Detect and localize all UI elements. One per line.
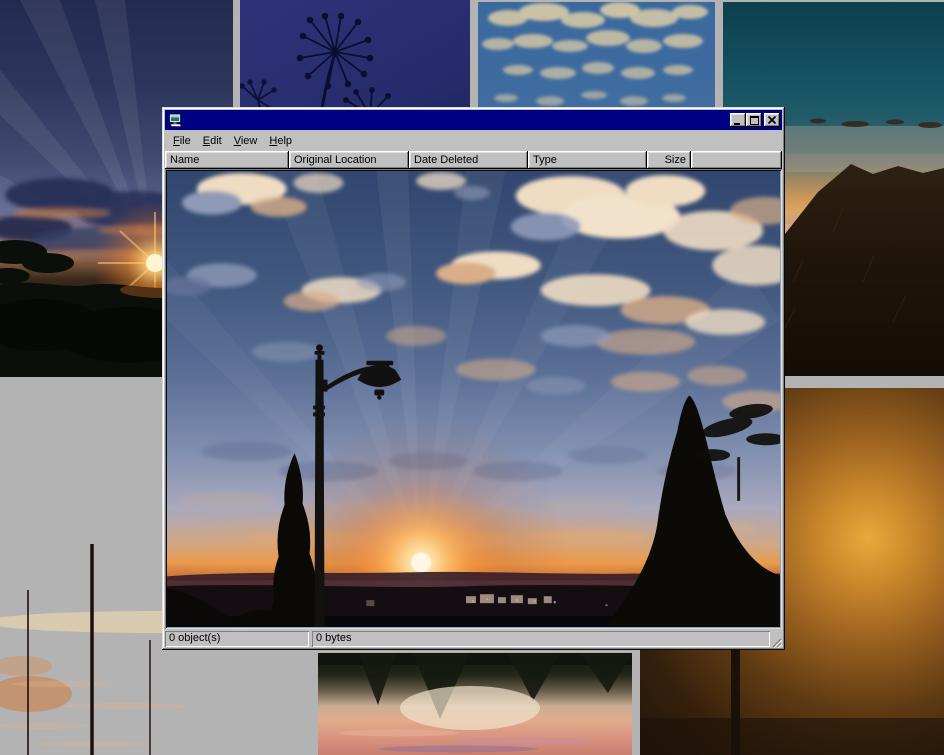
minimize-icon [734, 116, 742, 125]
column-header-original-location[interactable]: Original Location [289, 151, 409, 169]
close-button[interactable] [764, 113, 780, 127]
status-objects: 0 object(s) [165, 631, 309, 647]
column-header-blank[interactable] [691, 151, 782, 169]
recycle-bin-window: File Edit View Help Name Original Locati… [162, 107, 785, 650]
resize-grip[interactable] [770, 635, 782, 647]
sunset-lamp-photo [167, 171, 780, 627]
file-list-area[interactable] [165, 169, 782, 629]
window-controls [730, 113, 780, 127]
maximize-button[interactable] [746, 113, 762, 127]
desktop-wallpaper-collage: File Edit View Help Name Original Locati… [0, 0, 944, 755]
column-headers: Name Original Location Date Deleted Type… [165, 151, 782, 169]
menu-view[interactable]: View [228, 133, 264, 149]
column-header-name[interactable]: Name [165, 151, 289, 169]
wallpaper-tile-water-reflection [318, 653, 632, 755]
column-header-type[interactable]: Type [528, 151, 647, 169]
menu-help[interactable]: Help [263, 133, 298, 149]
menu-bar: File Edit View Help [165, 131, 782, 151]
minimize-button[interactable] [730, 113, 746, 127]
column-header-size[interactable]: Size [647, 151, 691, 169]
menu-file[interactable]: File [167, 133, 197, 149]
water-reflection-art [318, 653, 632, 755]
menu-edit[interactable]: Edit [197, 133, 228, 149]
status-bytes: 0 bytes [312, 631, 770, 647]
status-bar: 0 object(s) 0 bytes [165, 631, 782, 647]
window-titlebar[interactable] [165, 110, 782, 130]
maximize-icon [750, 116, 759, 125]
column-header-date-deleted[interactable]: Date Deleted [409, 151, 528, 169]
close-icon [768, 116, 776, 124]
recycle-bin-window-icon[interactable] [167, 112, 183, 128]
